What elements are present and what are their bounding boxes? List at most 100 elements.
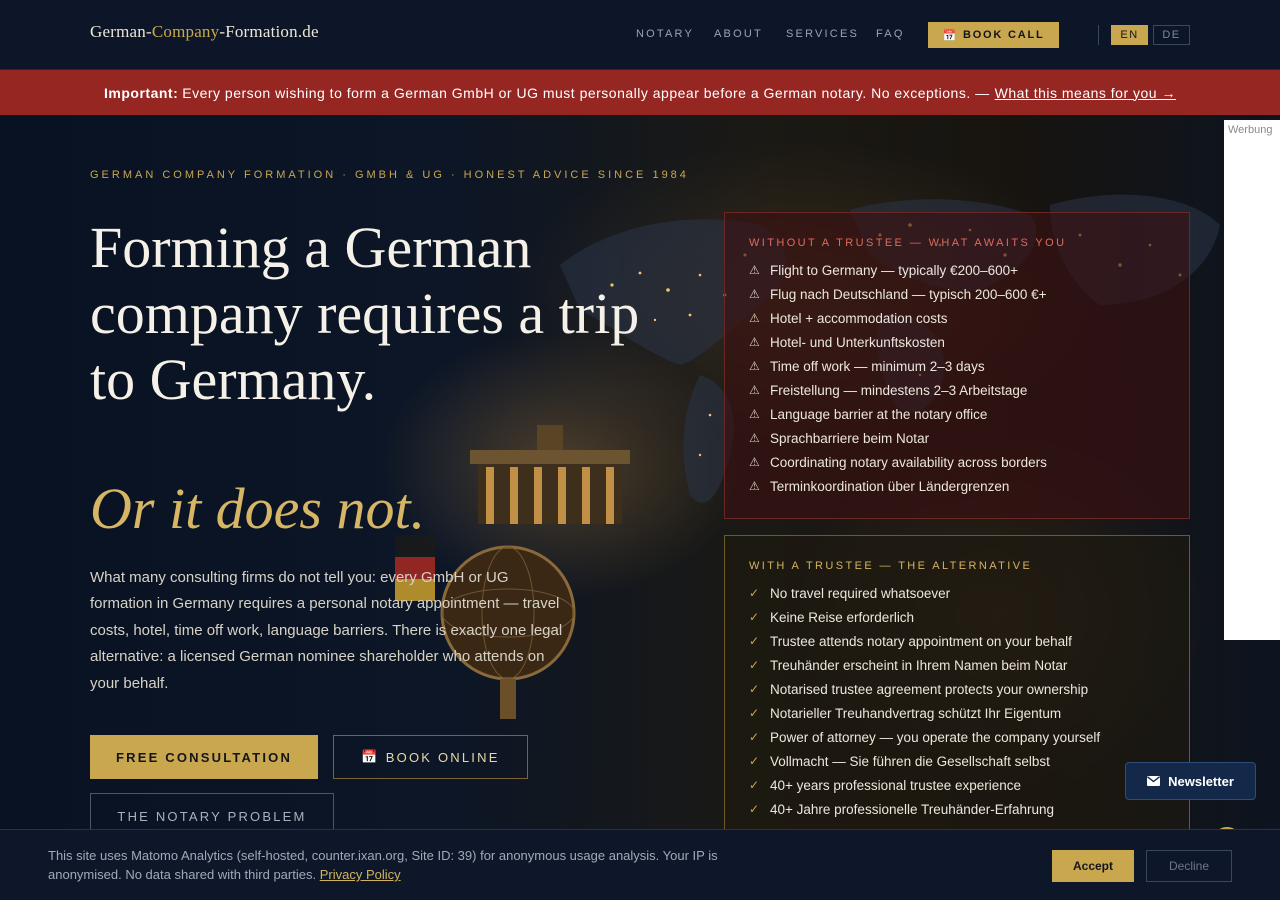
list-item-text: Hotel + accommodation costs bbox=[770, 310, 948, 326]
without-trustee-title: WITHOUT A TRUSTEE — WHAT AWAITS YOU bbox=[749, 237, 1067, 249]
nav-item-services[interactable]: SERVICES bbox=[786, 28, 859, 40]
brandenburg-gate-silhouette bbox=[470, 425, 630, 524]
list-item-text: Freistellung — mindestens 2–3 Arbeitstag… bbox=[770, 382, 1028, 398]
warning-icon: ⚠ bbox=[749, 455, 760, 469]
free-consultation-button[interactable]: FREE CONSULTATION bbox=[90, 735, 318, 779]
language-de-button[interactable]: DE bbox=[1153, 25, 1190, 45]
notice-link[interactable]: What this means for you → bbox=[995, 85, 1176, 101]
hero-lead-text: What many consulting firms do not tell y… bbox=[90, 569, 563, 692]
with-trustee-list: ✓ No travel required whatsoever ✓ Keine Re… bbox=[749, 581, 1165, 821]
logo-part-3: -Formation.de bbox=[219, 22, 319, 41]
check-icon: ✓ bbox=[749, 802, 760, 816]
list-item: ⚠ Terminkoordination über Ländergrenzen bbox=[749, 474, 1165, 498]
warning-icon: ⚠ bbox=[749, 479, 760, 493]
warning-icon: ⚠ bbox=[749, 383, 760, 397]
list-item-text: Coordinating notary availability across … bbox=[770, 454, 1047, 470]
list-item: ✓ Notarised trustee agreement protects yo… bbox=[749, 677, 1165, 701]
book-call-button[interactable]: 📅 BOOK CALL bbox=[928, 22, 1059, 48]
list-item-text: Notarised trustee agreement protects you… bbox=[770, 681, 1089, 697]
decline-cookies-button[interactable]: Decline bbox=[1146, 850, 1232, 882]
check-icon: ✓ bbox=[749, 586, 760, 600]
ad-label: Werbung bbox=[1228, 124, 1273, 136]
check-icon: ✓ bbox=[749, 706, 760, 720]
list-item-text: Hotel- und Unterkunftskosten bbox=[770, 334, 945, 350]
list-item: ✓ No travel required whatsoever bbox=[749, 581, 1165, 605]
newsletter-label: Newsletter bbox=[1168, 773, 1234, 789]
nav-item-about[interactable]: ABOUT bbox=[714, 28, 763, 40]
warning-icon: ⚠ bbox=[749, 431, 760, 445]
check-icon: ✓ bbox=[749, 658, 760, 672]
list-item: ✓ 40+ Jahre professionelle Treuhänder-Erf… bbox=[749, 797, 1165, 821]
notice-label: Important: bbox=[104, 84, 179, 101]
check-icon: ✓ bbox=[749, 634, 760, 648]
list-item: ⚠ Hotel + accommodation costs bbox=[749, 306, 1165, 330]
warning-icon: ⚠ bbox=[749, 287, 760, 301]
envelope-icon bbox=[1147, 776, 1161, 786]
cookie-text-block: This site uses Matomo Analytics (self-ho… bbox=[48, 846, 738, 884]
check-icon: ✓ bbox=[749, 730, 760, 744]
header-divider bbox=[1098, 25, 1099, 45]
warning-icon: ⚠ bbox=[749, 263, 760, 277]
list-item-text: Power of attorney — you operate the comp… bbox=[770, 729, 1101, 745]
privacy-policy-link[interactable]: Privacy Policy bbox=[320, 867, 401, 882]
list-item: ⚠ Language barrier at the notary office bbox=[749, 402, 1165, 426]
notice-text: Every person wishing to form a German Gm… bbox=[182, 84, 990, 101]
list-item: ✓ Power of attorney — you operate the com… bbox=[749, 725, 1165, 749]
cookie-consent-bar: This site uses Matomo Analytics (self-ho… bbox=[0, 829, 1280, 900]
warning-icon: ⚠ bbox=[749, 335, 760, 349]
calendar-icon: 📅 bbox=[361, 749, 380, 764]
list-item-text: 40+ years professional trustee experienc… bbox=[770, 777, 1022, 793]
warning-icon: ⚠ bbox=[749, 407, 760, 421]
list-item: ✓ Keine Reise erforderlich bbox=[749, 605, 1165, 629]
without-trustee-list: ⚠ Flight to Germany — typically €200–600+… bbox=[749, 258, 1165, 498]
list-item: ⚠ Time off work — minimum 2–3 days bbox=[749, 354, 1165, 378]
list-item: ⚠ Freistellung — mindestens 2–3 Arbeitsta… bbox=[749, 378, 1165, 402]
language-en-button[interactable]: EN bbox=[1111, 25, 1148, 45]
check-icon: ✓ bbox=[749, 754, 760, 768]
book-online-button[interactable]: 📅 BOOK ONLINE bbox=[333, 735, 528, 779]
without-trustee-card: WITHOUT A TRUSTEE — WHAT AWAITS YOU ⚠ Fli… bbox=[724, 212, 1190, 519]
hero-headline-italic: Or it does not. bbox=[90, 476, 426, 541]
book-call-label: BOOK CALL bbox=[962, 29, 1045, 41]
list-item: ✓ Trustee attends notary appointment on y… bbox=[749, 629, 1165, 653]
calendar-icon: 📅 bbox=[942, 29, 958, 42]
list-item: ✓ Treuhänder erscheint in Ihrem Namen bei… bbox=[749, 653, 1165, 677]
list-item-text: 40+ Jahre professionelle Treuhänder-Erfa… bbox=[770, 801, 1055, 817]
newsletter-button[interactable]: Newsletter bbox=[1125, 762, 1256, 800]
with-trustee-title: WITH A TRUSTEE — THE ALTERNATIVE bbox=[749, 560, 1033, 572]
logo-part-1: German- bbox=[90, 22, 152, 41]
logo-part-2: Company bbox=[151, 22, 220, 41]
nav-item-faq[interactable]: FAQ bbox=[876, 28, 905, 40]
notary-notice-banner: Important: Every person wishing to form … bbox=[0, 70, 1280, 115]
list-item: ⚠ Coordinating notary availability across… bbox=[749, 450, 1165, 474]
warning-icon: ⚠ bbox=[749, 311, 760, 325]
accept-cookies-button[interactable]: Accept bbox=[1052, 850, 1134, 882]
check-icon: ✓ bbox=[749, 610, 760, 624]
list-item-text: Notarieller Treuhandvertrag schützt Ihr … bbox=[770, 705, 1062, 721]
book-online-label: BOOK ONLINE bbox=[385, 749, 500, 765]
list-item-text: Flight to Germany — typically €200–600+ bbox=[770, 262, 1019, 278]
list-item: ✓ 40+ years professional trustee experien… bbox=[749, 773, 1165, 797]
with-trustee-card: WITH A TRUSTEE — THE ALTERNATIVE ✓ No tra… bbox=[724, 535, 1190, 855]
ad-slot[interactable]: Werbung bbox=[1224, 120, 1280, 640]
check-icon: ✓ bbox=[749, 682, 760, 696]
site-header: German-Company-Formation.de NOTARY ABOUT… bbox=[0, 0, 1280, 70]
list-item-text: Vollmacht — Sie führen die Gesellschaft … bbox=[770, 753, 1050, 769]
list-item: ⚠ Flight to Germany — typically €200–600+ bbox=[749, 258, 1165, 282]
hero-headline: Forming a German company requires a trip… bbox=[90, 215, 640, 412]
hero-section: GERMAN COMPANY FORMATION · GMBH & UG · H… bbox=[0, 115, 1280, 900]
warning-icon: ⚠ bbox=[749, 359, 760, 373]
list-item-text: Language barrier at the notary office bbox=[770, 406, 988, 422]
list-item: ✓ Notarieller Treuhandvertrag schützt Ihr… bbox=[749, 701, 1165, 725]
list-item-text: No travel required whatsoever bbox=[770, 585, 951, 601]
list-item-text: Treuhänder erscheint in Ihrem Namen beim… bbox=[770, 657, 1068, 673]
list-item-text: Flug nach Deutschland — typisch 200–600 … bbox=[770, 286, 1047, 302]
list-item: ⚠ Hotel- und Unterkunftskosten bbox=[749, 330, 1165, 354]
nav-item-notary[interactable]: NOTARY bbox=[636, 28, 694, 40]
site-logo[interactable]: German-Company-Formation.de bbox=[90, 22, 319, 42]
hero-eyebrow: GERMAN COMPANY FORMATION · GMBH & UG · H… bbox=[90, 169, 689, 181]
list-item-text: Sprachbarriere beim Notar bbox=[770, 430, 930, 446]
list-item-text: Trustee attends notary appointment on yo… bbox=[770, 633, 1072, 649]
list-item-text: Time off work — minimum 2–3 days bbox=[770, 358, 985, 374]
list-item-text: Terminkoordination über Ländergrenzen bbox=[770, 478, 1010, 494]
